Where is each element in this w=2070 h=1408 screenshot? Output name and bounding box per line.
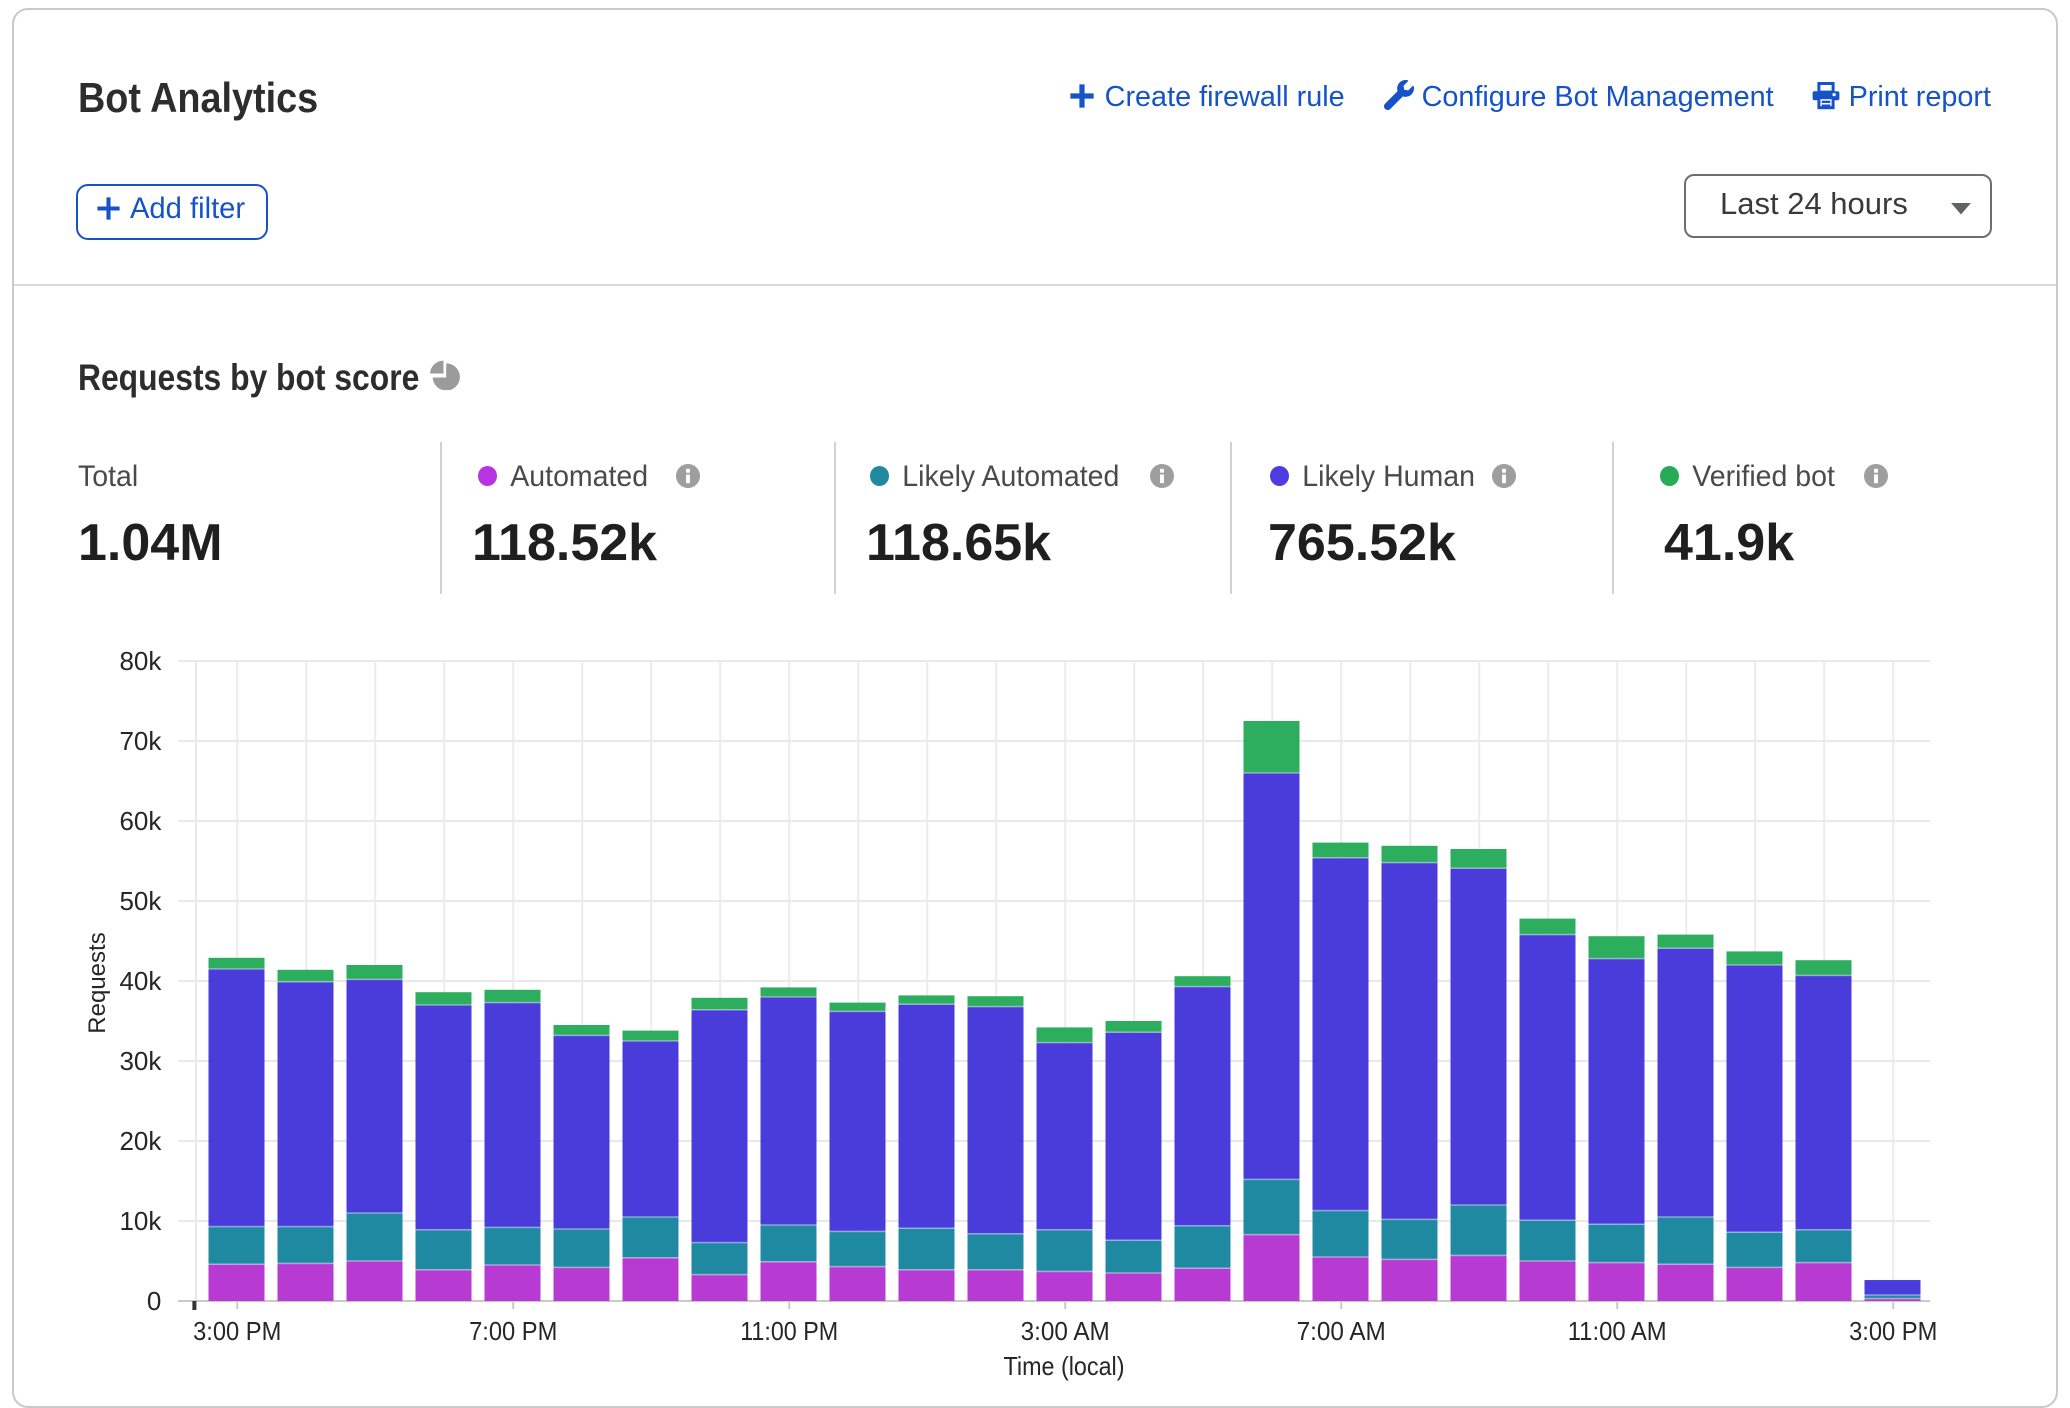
svg-text:40k: 40k [119, 966, 162, 996]
svg-text:11:00 PM: 11:00 PM [740, 1316, 838, 1346]
svg-text:7:00 AM: 7:00 AM [1297, 1316, 1386, 1346]
svg-text:3:00 AM: 3:00 AM [1021, 1316, 1110, 1346]
svg-text:10k: 10k [119, 1206, 162, 1236]
svg-text:3:00 PM: 3:00 PM [1849, 1316, 1937, 1346]
svg-text:11:00 AM: 11:00 AM [1568, 1316, 1667, 1346]
svg-text:80k: 80k [119, 646, 162, 676]
svg-text:70k: 70k [119, 726, 162, 756]
svg-text:3:00 PM: 3:00 PM [193, 1316, 281, 1346]
svg-text:Requests: Requests [84, 932, 111, 1033]
svg-text:0: 0 [147, 1286, 161, 1316]
svg-text:7:00 PM: 7:00 PM [469, 1316, 557, 1346]
svg-text:50k: 50k [119, 886, 162, 916]
svg-text:20k: 20k [119, 1126, 162, 1156]
svg-text:30k: 30k [119, 1046, 162, 1076]
svg-text:Time (local): Time (local) [1004, 1351, 1125, 1381]
svg-text:60k: 60k [119, 806, 162, 836]
